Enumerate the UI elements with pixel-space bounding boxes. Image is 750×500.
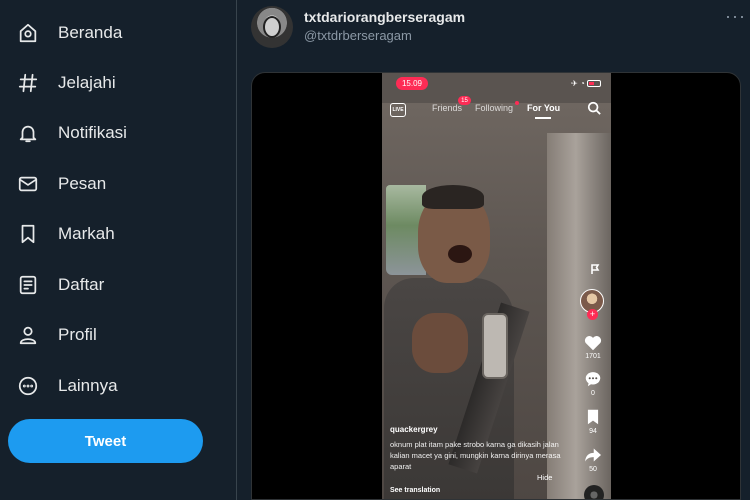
person-mouth	[448, 245, 472, 263]
sidebar-nav: Beranda Jelajahi Notifikasi Pesan Markah…	[0, 0, 236, 500]
person-hair	[422, 185, 484, 209]
home-icon	[14, 19, 42, 47]
like-count: 1701	[585, 353, 601, 360]
sidebar-item-label: Beranda	[58, 23, 123, 42]
sidebar-item-label: Jelajahi	[58, 73, 116, 92]
comment-count: 0	[591, 390, 595, 397]
sidebar-item-lainnya[interactable]: Lainnya	[14, 366, 118, 406]
share-icon	[584, 447, 602, 463]
hashtag-icon	[14, 69, 42, 97]
person-icon	[14, 321, 42, 349]
bookmark-icon	[584, 409, 602, 425]
sidebar-item-label: Daftar	[58, 275, 105, 294]
hide-link: Hide	[537, 473, 553, 482]
tab-for-you: For You	[527, 103, 561, 113]
heart-icon	[584, 335, 602, 351]
tweet-detail: txtdariorangberseragam @txtdrberseragam …	[236, 0, 750, 500]
follow-plus-icon: +	[587, 309, 598, 320]
see-translation-link: See translation	[390, 487, 441, 494]
tiktok-screenshot: 15.09 ✈ ◔ LIVE Friends 15 Following For …	[382, 73, 611, 499]
sidebar-item-markah[interactable]: Markah	[14, 214, 115, 254]
music-disc-icon	[584, 485, 604, 499]
tweet-button[interactable]: Tweet	[8, 419, 203, 463]
tiktok-caption: oknum plat itam pake strobo karna ga dik…	[390, 440, 561, 471]
more-options-button[interactable]: ···	[725, 6, 746, 27]
sidebar-item-jelajahi[interactable]: Jelajahi	[14, 63, 116, 103]
live-icon: LIVE	[390, 103, 406, 117]
sidebar-item-beranda[interactable]: Beranda	[14, 13, 122, 53]
sidebar-item-notifikasi[interactable]: Notifikasi	[14, 113, 127, 153]
following-dot	[515, 101, 519, 105]
share-count: 50	[589, 466, 597, 473]
tab-following: Following	[475, 103, 514, 113]
status-time: 15.09	[396, 77, 428, 90]
sidebar-item-label: Lainnya	[58, 376, 118, 395]
search-icon	[587, 101, 601, 115]
flag-icon	[590, 261, 600, 274]
sidebar-item-daftar[interactable]: Daftar	[14, 265, 104, 305]
tweet-media[interactable]: 15.09 ✈ ◔ LIVE Friends 15 Following For …	[251, 72, 741, 500]
list-icon	[14, 271, 42, 299]
bell-icon	[14, 119, 42, 147]
sidebar-item-label: Profil	[58, 325, 97, 344]
friends-badge: 15	[458, 96, 471, 105]
bookmark-icon	[14, 220, 42, 248]
tab-friends: Friends	[432, 103, 463, 113]
bookmark-count: 94	[589, 428, 597, 435]
display-name[interactable]: txtdariorangberseragam	[304, 9, 465, 25]
comment-icon	[584, 371, 602, 387]
sidebar-item-label: Notifikasi	[58, 123, 127, 142]
user-handle[interactable]: @txtdrberseragam	[304, 28, 412, 43]
tiktok-username: quackergrey	[390, 425, 438, 434]
status-icons: ✈ ◔	[571, 79, 601, 88]
more-circle-icon	[14, 372, 42, 400]
sidebar-item-label: Markah	[58, 224, 115, 243]
seatbelt-clip	[482, 313, 508, 379]
sidebar-item-profil[interactable]: Profil	[14, 315, 97, 355]
avatar[interactable]	[251, 6, 293, 48]
sidebar-item-pesan[interactable]: Pesan	[14, 164, 106, 204]
mail-icon	[14, 170, 42, 198]
sidebar-item-label: Pesan	[58, 174, 107, 193]
person-hand	[412, 313, 468, 373]
tab-underline	[535, 117, 551, 119]
